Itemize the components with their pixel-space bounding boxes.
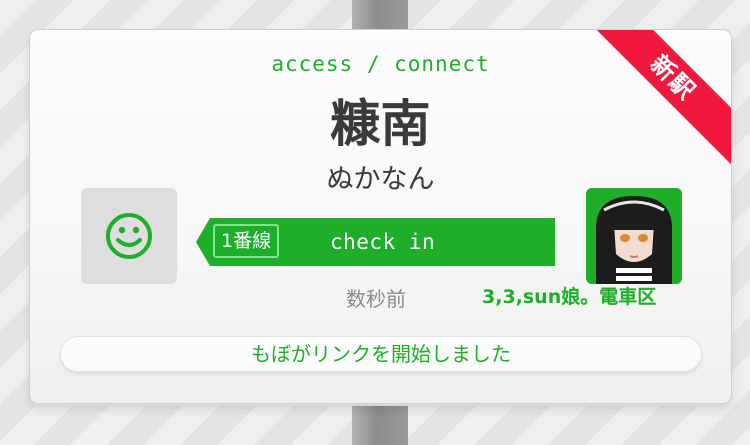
subtitle: access / connect bbox=[271, 52, 490, 76]
check-in-time: 数秒前 bbox=[346, 287, 406, 311]
user-name-link[interactable]: 3,3,sun娘。電車区 bbox=[482, 284, 656, 310]
smiley-face-icon[interactable] bbox=[81, 188, 177, 284]
status-message: もぼがリンクを開始しました bbox=[60, 336, 702, 372]
station-card: 新駅 access / connect 糠南 ぬかなん 1番線 check in… bbox=[30, 30, 731, 403]
check-in-label: check in bbox=[330, 230, 436, 254]
line-number-badge: 1番線 bbox=[213, 224, 280, 258]
character-portrait-icon[interactable] bbox=[586, 188, 682, 284]
station-name: 糠南 bbox=[330, 95, 431, 153]
